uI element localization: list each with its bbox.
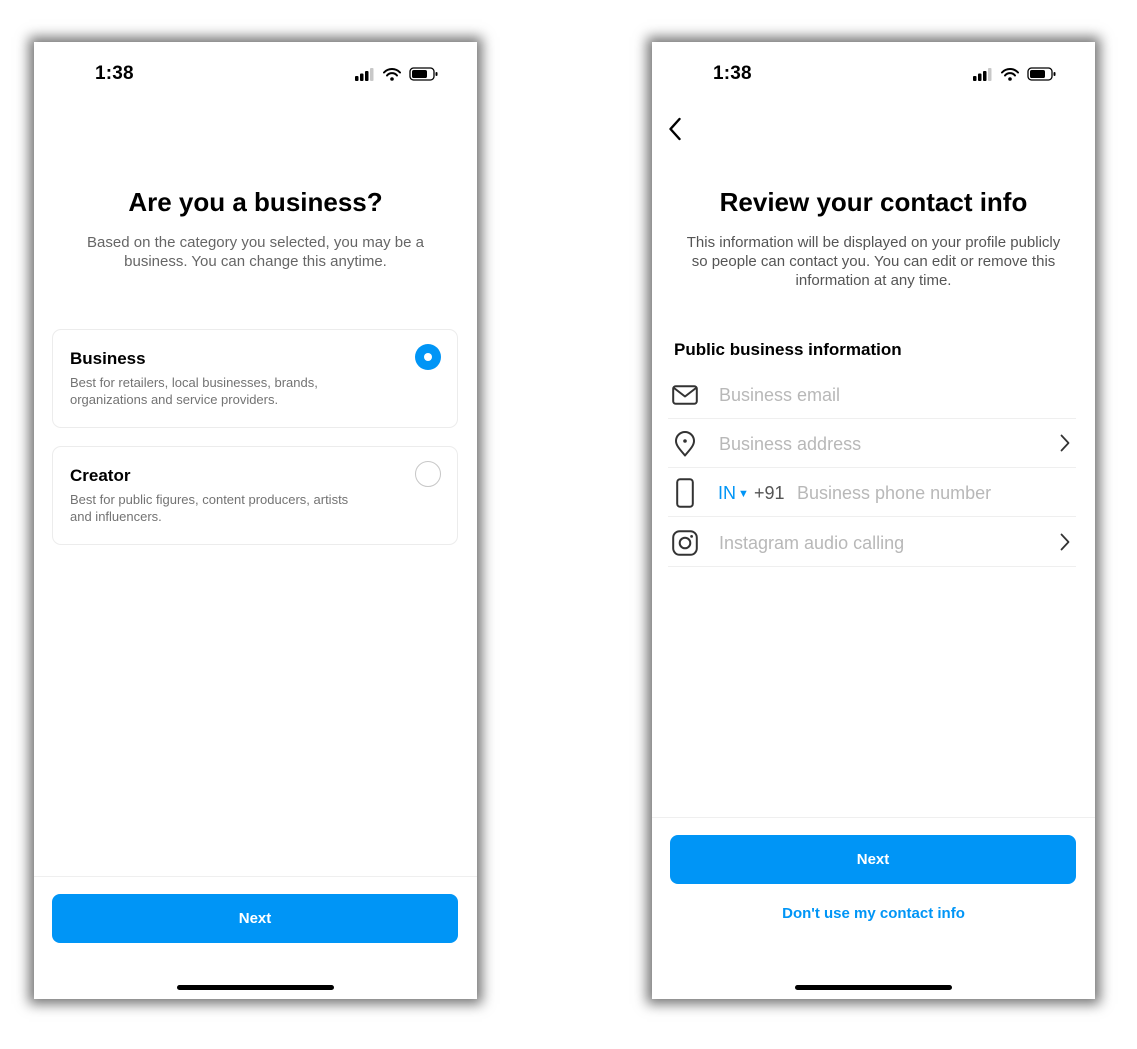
page-subtitle: Based on the category you selected, you … bbox=[87, 234, 424, 270]
battery-icon bbox=[1027, 67, 1056, 81]
wifi-icon bbox=[383, 67, 401, 81]
chevron-left-icon bbox=[669, 117, 681, 141]
location-pin-icon bbox=[671, 419, 699, 468]
status-icons bbox=[355, 67, 439, 81]
wifi-icon bbox=[1001, 67, 1019, 81]
next-button[interactable]: Next bbox=[52, 894, 458, 943]
audio-calling-field[interactable]: Instagram audio calling bbox=[668, 518, 1076, 567]
business-phone-placeholder: Business phone number bbox=[797, 483, 992, 503]
chevron-right-icon bbox=[1058, 433, 1072, 453]
footer-divider bbox=[652, 817, 1095, 818]
skip-contact-info-button[interactable]: Don't use my contact info bbox=[652, 905, 1095, 922]
business-type-screen: 1:38 Are you a business? Based on the ca… bbox=[34, 42, 477, 999]
page-subtitle: This information will be displayed on yo… bbox=[686, 234, 1061, 289]
option-business[interactable]: Business Best for retailers, local busin… bbox=[52, 329, 458, 428]
cellular-signal-icon bbox=[355, 67, 374, 81]
home-indicator bbox=[177, 985, 334, 990]
chevron-right-icon bbox=[1058, 532, 1072, 552]
footer-divider bbox=[34, 876, 477, 877]
status-time: 1:38 bbox=[95, 63, 134, 84]
option-description: Best for public figures, content produce… bbox=[70, 492, 349, 524]
option-title: Creator bbox=[70, 466, 131, 485]
dial-code: +91 bbox=[754, 483, 785, 503]
caret-down-icon: ▼ bbox=[738, 488, 749, 500]
audio-calling-label: Instagram audio calling bbox=[719, 533, 905, 553]
radio-selected[interactable] bbox=[415, 344, 441, 370]
next-button[interactable]: Next bbox=[670, 835, 1076, 884]
business-phone-field[interactable]: IN ▼ +91 Business phone number bbox=[668, 468, 1076, 517]
radio-unselected[interactable] bbox=[415, 461, 441, 487]
business-email-field[interactable]: Business email bbox=[668, 370, 1076, 419]
country-code-selector[interactable]: IN ▼ bbox=[718, 483, 749, 504]
back-button[interactable] bbox=[660, 114, 690, 144]
country-code: IN bbox=[718, 483, 736, 503]
page-title: Are you a business? bbox=[128, 187, 383, 217]
option-title: Business bbox=[70, 349, 146, 368]
option-description: Best for retailers, local businesses, br… bbox=[70, 375, 318, 407]
home-indicator bbox=[795, 985, 952, 990]
phone-icon bbox=[671, 468, 699, 517]
business-address-field[interactable]: Business address bbox=[668, 419, 1076, 468]
status-icons bbox=[973, 67, 1057, 81]
instagram-icon bbox=[671, 518, 699, 567]
cellular-signal-icon bbox=[973, 67, 992, 81]
business-address-placeholder: Business address bbox=[719, 434, 862, 454]
option-creator[interactable]: Creator Best for public figures, content… bbox=[52, 446, 458, 545]
section-title: Public business information bbox=[674, 340, 902, 359]
page-title: Review your contact info bbox=[719, 187, 1028, 217]
mail-icon bbox=[671, 370, 699, 419]
status-time: 1:38 bbox=[713, 63, 752, 84]
contact-info-screen: 1:38 Review your contact info This infor… bbox=[652, 42, 1095, 999]
business-email-placeholder: Business email bbox=[719, 385, 841, 405]
battery-icon bbox=[409, 67, 438, 81]
